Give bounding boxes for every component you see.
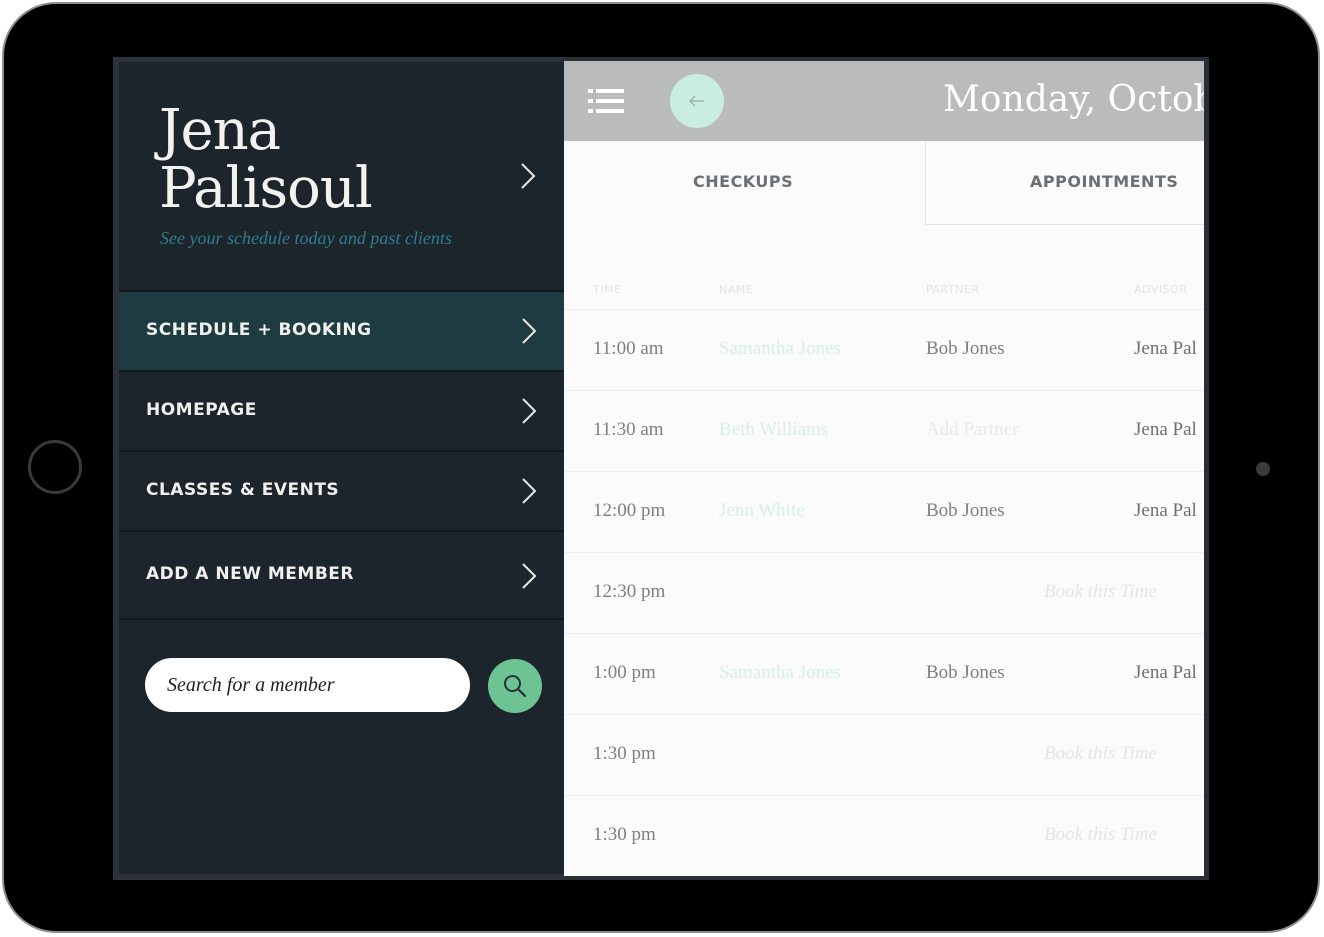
sidebar-item-label: CLASSES & EVENTS bbox=[146, 480, 340, 500]
search-button[interactable] bbox=[488, 659, 542, 713]
profile-last-name: Palisoul bbox=[159, 156, 373, 221]
sidebar-item-add-member[interactable]: ADD A NEW MEMBER bbox=[119, 530, 564, 620]
sidebar-item-label: ADD A NEW MEMBER bbox=[146, 564, 354, 584]
time-cell: 12:30 pm bbox=[593, 581, 666, 602]
sidebar: Jena Palisoul See your schedule today an… bbox=[113, 57, 564, 880]
sidebar-item-schedule-booking[interactable]: SCHEDULE + BOOKING bbox=[119, 290, 564, 370]
table-row[interactable]: 12:00 pm Jenn White Bob Jones Jena Pal bbox=[564, 471, 1204, 552]
search-icon bbox=[504, 675, 527, 698]
chevron-right-icon bbox=[522, 478, 537, 504]
sidebar-item-label: HOMEPAGE bbox=[146, 400, 257, 420]
camera-dot bbox=[1256, 462, 1270, 476]
client-name-link[interactable]: Beth Williams bbox=[719, 419, 828, 441]
screen: Jena Palisoul See your schedule today an… bbox=[113, 57, 1209, 880]
profile-name: Jena Palisoul bbox=[159, 98, 373, 221]
book-time-link[interactable]: Book this Time bbox=[1044, 581, 1157, 603]
chevron-right-icon bbox=[522, 318, 537, 344]
tab-bar: CHECKUPS APPOINTMENTS bbox=[564, 141, 1204, 229]
table-row[interactable]: 1:30 pm Book this Time bbox=[564, 795, 1204, 876]
column-header-partner: PARTNER bbox=[926, 283, 980, 296]
partner-cell: Bob Jones bbox=[926, 338, 1005, 359]
table-row[interactable]: 12:30 pm Book this Time bbox=[564, 552, 1204, 633]
time-cell: 1:30 pm bbox=[593, 824, 656, 845]
search-input[interactable] bbox=[145, 658, 470, 712]
back-arrow-icon bbox=[688, 95, 704, 107]
chevron-right-icon bbox=[522, 398, 537, 424]
add-partner-link[interactable]: Add Partner bbox=[926, 419, 1018, 441]
page-title-date: Monday, Octob bbox=[943, 79, 1204, 120]
table-row[interactable]: 1:30 pm Book this Time bbox=[564, 714, 1204, 795]
back-button[interactable] bbox=[670, 74, 724, 128]
time-cell: 1:00 pm bbox=[593, 662, 656, 683]
sidebar-item-classes-events[interactable]: CLASSES & EVENTS bbox=[119, 450, 564, 530]
tab-checkups[interactable]: CHECKUPS bbox=[564, 141, 925, 225]
home-button[interactable] bbox=[28, 440, 82, 494]
advisor-cell: Jena Pal bbox=[1134, 662, 1197, 683]
time-cell: 11:30 am bbox=[593, 419, 664, 440]
advisor-cell: Jena Pal bbox=[1134, 500, 1197, 521]
partner-cell: Bob Jones bbox=[926, 662, 1005, 683]
client-name-link[interactable]: Samantha Jones bbox=[719, 338, 841, 360]
advisor-cell: Jena Pal bbox=[1134, 338, 1197, 359]
schedule-panel: Monday, Octob CHECKUPS APPOINTMENTS TIME… bbox=[564, 61, 1204, 876]
tab-appointments[interactable]: APPOINTMENTS bbox=[925, 141, 1204, 225]
top-bar: Monday, Octob bbox=[564, 61, 1204, 141]
book-time-link[interactable]: Book this Time bbox=[1044, 824, 1157, 846]
profile-header[interactable]: Jena Palisoul See your schedule today an… bbox=[119, 62, 564, 290]
tab-label: APPOINTMENTS bbox=[1030, 172, 1179, 191]
advisor-cell: Jena Pal bbox=[1134, 419, 1197, 440]
client-name-link[interactable]: Jenn White bbox=[719, 500, 805, 522]
tab-label: CHECKUPS bbox=[693, 172, 794, 191]
hamburger-menu-icon[interactable] bbox=[588, 87, 624, 115]
client-name-link[interactable]: Samantha Jones bbox=[719, 662, 841, 684]
sidebar-item-homepage[interactable]: HOMEPAGE bbox=[119, 370, 564, 450]
column-header-name: NAME bbox=[719, 283, 754, 296]
column-header-time: TIME bbox=[593, 283, 622, 296]
table-row[interactable]: 11:00 am Samantha Jones Bob Jones Jena P… bbox=[564, 309, 1204, 390]
table-header: TIME NAME PARTNER ADVISOR bbox=[564, 283, 1204, 311]
partner-cell: Bob Jones bbox=[926, 500, 1005, 521]
sidebar-menu: SCHEDULE + BOOKING HOMEPAGE CLASSES & EV… bbox=[119, 290, 564, 620]
chevron-right-icon bbox=[522, 563, 537, 589]
time-cell: 1:30 pm bbox=[593, 743, 656, 764]
book-time-link[interactable]: Book this Time bbox=[1044, 743, 1157, 765]
column-header-advisor: ADVISOR bbox=[1134, 283, 1188, 296]
sidebar-item-label: SCHEDULE + BOOKING bbox=[146, 320, 372, 340]
table-row[interactable]: 11:30 am Beth Williams Add Partner Jena … bbox=[564, 390, 1204, 471]
search-box bbox=[145, 658, 470, 712]
profile-subtitle: See your schedule today and past clients bbox=[160, 228, 452, 248]
time-cell: 11:00 am bbox=[593, 338, 664, 359]
time-cell: 12:00 pm bbox=[593, 500, 666, 521]
profile-first-name: Jena bbox=[159, 98, 281, 163]
schedule-table: 11:00 am Samantha Jones Bob Jones Jena P… bbox=[564, 309, 1204, 876]
chevron-right-icon[interactable] bbox=[517, 162, 539, 190]
table-row[interactable]: 1:00 pm Samantha Jones Bob Jones Jena Pa… bbox=[564, 633, 1204, 714]
